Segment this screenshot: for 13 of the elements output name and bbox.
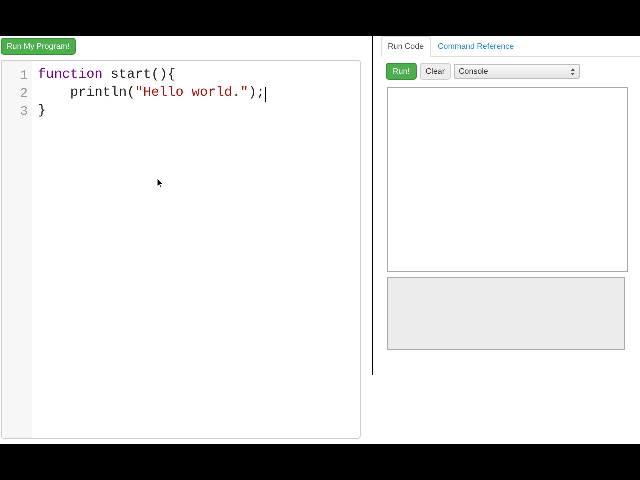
output-select[interactable]: Console (454, 64, 580, 79)
tab[interactable]: Run Code (381, 36, 432, 57)
line-number: 3 (19, 103, 29, 121)
clear-button[interactable]: Clear (420, 63, 452, 80)
mouse-pointer-icon (157, 178, 164, 189)
tab[interactable]: Command Reference (431, 36, 522, 56)
code-editor[interactable]: 1 2 3 function start(){ println("Hello world."); } (1, 60, 361, 439)
select-arrows-icon (571, 68, 576, 76)
line-number: 2 (19, 85, 29, 103)
code-line: } (38, 103, 46, 121)
line-number: 1 (19, 67, 29, 85)
code-line: println("Hello world."); (69, 85, 265, 103)
code-line: function start(){ (38, 67, 176, 85)
